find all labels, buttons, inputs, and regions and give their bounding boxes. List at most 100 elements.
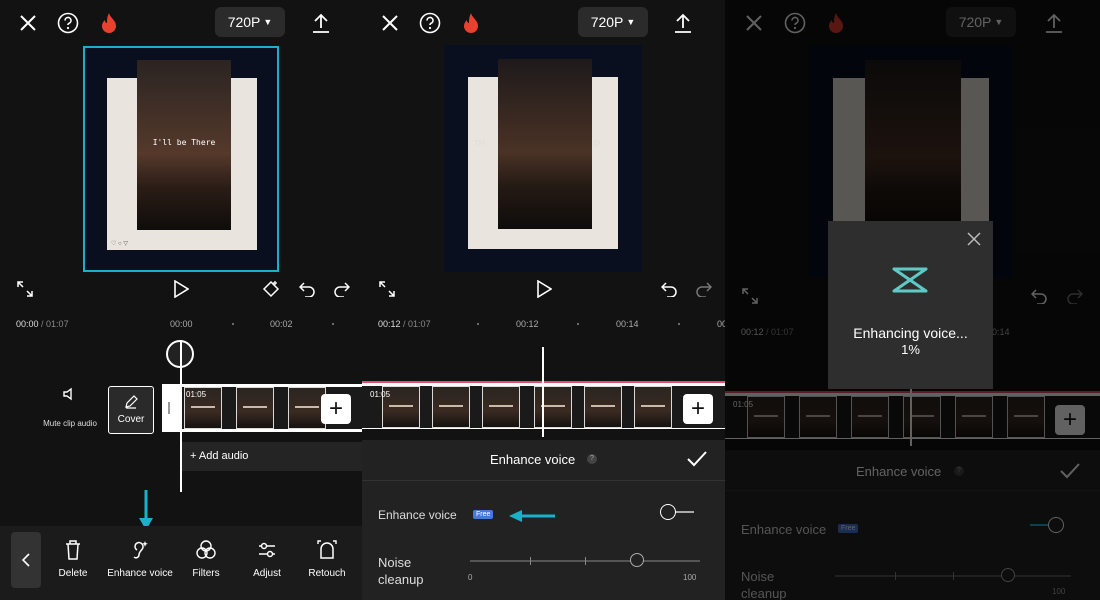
enhance-voice-tool[interactable]: Enhance voice [104,538,176,579]
speaker-icon [63,387,72,401]
enhance-voice-label: Enhance voice [741,522,827,537]
dialog-message: Enhancing voice... [853,325,968,341]
resolution-button[interactable]: 720P ▼ [215,7,285,37]
help-icon[interactable] [782,10,808,36]
play-icon[interactable] [170,278,192,300]
cover-label: Cover [117,414,145,425]
noise-slider[interactable] [470,553,700,567]
noise-cleanup-label: Noise cleanup [741,569,787,600]
clip-thumbnail [584,386,622,428]
help-icon[interactable] [55,10,81,36]
slider-max: 100 [1052,587,1066,596]
redo-icon[interactable] [693,278,715,300]
total-time: / 01:07 [41,319,69,329]
add-audio-row[interactable]: + Add audio [182,442,362,471]
clip-thumbnail [482,386,520,428]
delete-tool[interactable]: Delete [43,538,103,579]
filters-icon [196,540,216,559]
caret-down-icon: ▼ [626,17,636,27]
close-icon[interactable] [15,10,41,36]
confirm-check-icon[interactable] [1059,462,1081,480]
side-text-right: D [594,139,600,148]
flame-icon[interactable] [96,10,122,36]
add-clip-button[interactable]: + [1055,405,1085,435]
retouch-icon [317,540,337,559]
clip-thumbnail [1007,396,1045,438]
capcut-logo-icon [892,267,928,293]
play-icon[interactable] [533,278,555,300]
video-preview[interactable]: I'll be There ♡ ○ ▽ [83,46,279,272]
export-icon[interactable] [1041,10,1067,36]
toggle-knob [1048,517,1064,533]
enhance-voice-label: Enhance voice [378,508,457,522]
ruler-tick: 00 [717,319,725,329]
clip-thumbnail [851,396,889,438]
overlay-text: I'll be There [152,138,216,147]
resolution-button[interactable]: 720P ▼ [578,7,648,37]
flame-icon[interactable] [458,10,484,36]
slider-knob[interactable] [630,553,644,567]
retouch-tool[interactable]: Retouch [297,538,357,579]
arrow-left-icon [509,510,555,522]
clip-thumbnail [799,396,837,438]
resolution-label: 720P [590,14,624,30]
adjust-tool[interactable]: Adjust [237,538,297,579]
slider-notch [895,572,896,580]
redo-icon[interactable] [1064,285,1086,307]
noise-slider[interactable] [835,568,1071,582]
slider-knob[interactable] [1001,568,1015,582]
time-readout: 00:00 / 01:07 [16,319,69,329]
ruler-dot [332,323,334,325]
adjust-icon [259,542,275,558]
side-text-left: TH [474,139,485,148]
mute-label: Mute clip audio [43,419,97,428]
info-icon[interactable]: ? [587,454,597,464]
filters-tool[interactable]: Filters [176,538,236,579]
ruler-tick: 00:12 [516,319,539,329]
undo-icon[interactable] [296,278,318,300]
clip-thumbnail [955,396,993,438]
caret-down-icon: ▼ [994,17,1004,27]
export-icon[interactable] [308,10,334,36]
add-clip-button[interactable]: + [683,394,713,424]
video-preview[interactable]: TH D [444,45,642,272]
total-time: / 01:07 [403,319,431,329]
export-icon[interactable] [670,10,696,36]
current-time: 00:00 [16,319,39,329]
time-readout: 00:12 / 01:07 [378,319,431,329]
fullscreen-icon[interactable] [14,278,36,300]
fullscreen-icon[interactable] [376,278,398,300]
enhance-voice-toggle[interactable] [660,504,696,520]
post-icons: ♡ ○ ▽ [111,241,128,247]
keyframe-icon[interactable] [260,278,282,300]
add-clip-button[interactable]: + [321,394,351,424]
close-icon[interactable] [967,232,981,246]
close-icon[interactable] [377,10,403,36]
slider-min: 0 [468,573,473,582]
time-readout: 00:12 / 01:07 [741,327,794,337]
free-badge: Free [838,524,859,533]
cover-button[interactable]: Cover [108,386,154,434]
info-icon[interactable]: ? [954,466,964,476]
confirm-check-icon[interactable] [686,450,708,468]
sheet-title: Enhance voice [856,464,942,479]
editor-panel-1: 720P ▼ I'll be There ♡ ○ ▽ 00:00 / 01:07… [0,0,362,600]
clip-thumbnail [236,387,274,429]
toggle-knob [660,504,676,520]
clip-strip[interactable]: 01:05 [725,391,1100,439]
enhance-voice-toggle[interactable] [1030,516,1066,534]
trim-handle[interactable] [168,402,170,414]
add-audio-label: + Add audio [190,450,249,462]
close-icon[interactable] [741,10,767,36]
undo-icon[interactable] [658,278,680,300]
undo-icon[interactable] [1028,285,1050,307]
redo-icon[interactable] [331,278,353,300]
resolution-button[interactable]: 720P ▼ [946,7,1016,37]
mute-clip-audio-button[interactable]: Mute clip audio [30,386,110,428]
ruler-dot [577,323,579,325]
playhead[interactable] [542,347,544,437]
fullscreen-icon[interactable] [739,285,761,307]
help-icon[interactable] [417,10,443,36]
flame-icon[interactable] [823,10,849,36]
back-button[interactable] [11,532,41,588]
